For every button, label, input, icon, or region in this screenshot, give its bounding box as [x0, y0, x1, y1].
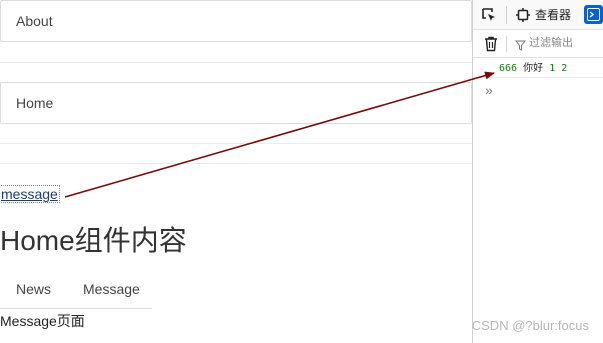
devtools-toolbar: 查看器 [473, 0, 603, 30]
filter-icon [514, 38, 527, 56]
nav-link-home-label: Home [16, 95, 54, 111]
console-log-line: 666 你好 1 2 [473, 60, 603, 78]
toolbar-separator [506, 6, 507, 24]
watermark: CSDN @?blur:focus [471, 318, 589, 333]
divider [0, 143, 472, 144]
message-link[interactable]: message [0, 185, 60, 203]
divider [0, 62, 472, 63]
inspector-icon[interactable] [513, 5, 533, 25]
console-prompt-icon[interactable]: » [485, 82, 493, 98]
nav-link-home[interactable]: Home [0, 82, 472, 124]
filter-separator [506, 36, 507, 52]
console-tab-icon[interactable] [584, 5, 603, 24]
tab-bar-gap [152, 308, 472, 309]
console-string: 你好 [523, 63, 544, 74]
divider [0, 163, 472, 164]
filter-input[interactable]: 过滤输出 [529, 37, 573, 50]
message-page-content: Message页面 [0, 313, 85, 329]
element-picker-icon[interactable] [479, 5, 499, 25]
nav-link-about-label: About [16, 13, 53, 29]
console-number: 1 [549, 63, 556, 74]
console-number: 666 [499, 63, 518, 74]
tab-message[interactable]: Message [83, 278, 140, 308]
page-heading: Home组件内容 [0, 225, 187, 256]
console-filter-bar: 过滤输出 [473, 30, 603, 58]
trash-icon[interactable] [481, 34, 501, 54]
devtools-panel: 查看器 过滤输出 666 你好 1 2 » [472, 0, 603, 343]
console-number: 2 [561, 63, 568, 74]
inspector-tab-label[interactable]: 查看器 [535, 8, 571, 22]
tab-bar: News Message [0, 278, 472, 309]
app-page: About Home message Home组件内容 News Message… [0, 0, 472, 343]
tab-news[interactable]: News [16, 278, 51, 308]
nav-link-about[interactable]: About [0, 0, 472, 42]
